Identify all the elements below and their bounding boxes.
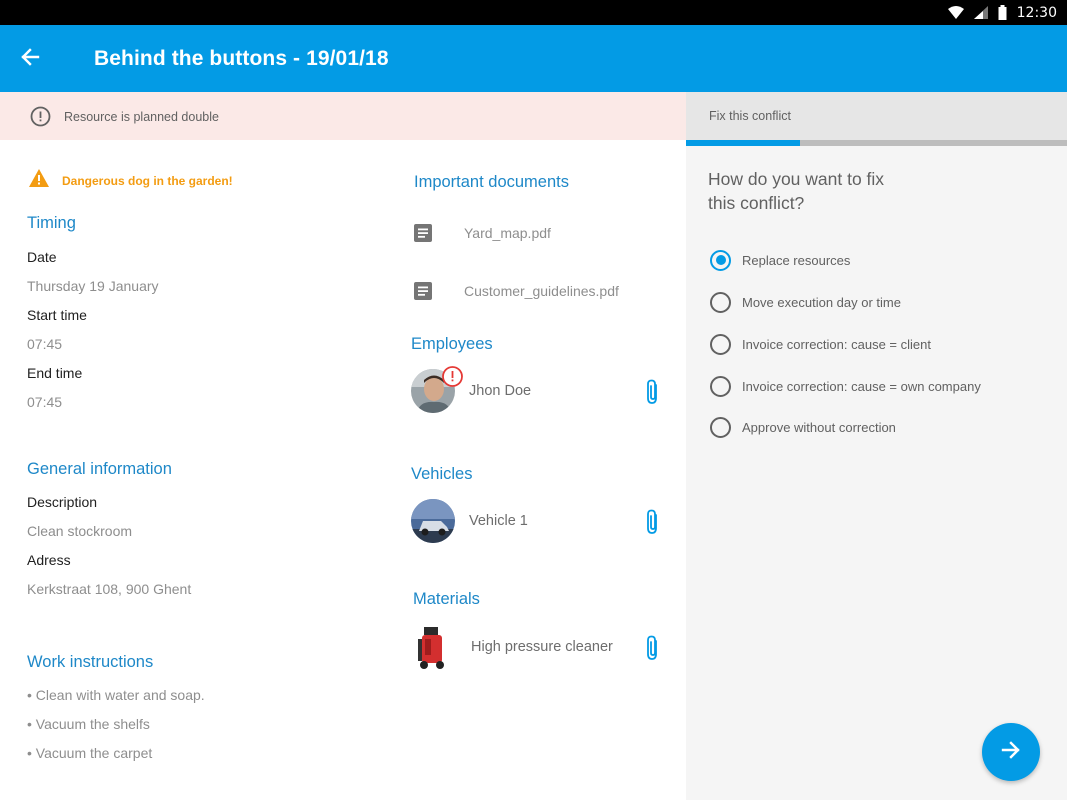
radio-button[interactable] — [710, 416, 731, 438]
material-name: High pressure cleaner — [471, 639, 613, 655]
document-item[interactable]: Yard_map.pdf — [413, 223, 551, 243]
conflict-panel: Fix this conflict How do you want to fix… — [686, 92, 1067, 800]
paperclip-icon[interactable] — [642, 635, 664, 661]
material-item[interactable]: High pressure cleaner — [411, 625, 666, 671]
option-label: Replace resources — [742, 252, 851, 268]
start-time-value: 07:45 — [27, 336, 63, 352]
alert-circle-icon — [30, 106, 51, 127]
hazard-warning-text: Dangerous dog in the garden! — [62, 173, 233, 188]
option-label: Approve without correction — [742, 419, 896, 435]
step-progress-bar — [686, 140, 1067, 146]
radio-button[interactable] — [710, 333, 731, 355]
conflict-question: How do you want to fix this conflict? — [708, 169, 885, 213]
back-button[interactable] — [14, 43, 46, 75]
employee-item[interactable]: Jhon Doe — [411, 366, 666, 415]
document-icon — [413, 281, 433, 301]
step-progress-fill — [686, 140, 801, 146]
instruction-item: • Vacuum the shelfs — [27, 716, 150, 732]
option-invoice-own-company[interactable]: Invoice correction: cause = own company — [710, 374, 981, 398]
clock-time: 12:30 — [1016, 4, 1057, 21]
address-label: Adress — [27, 552, 71, 568]
alert-badge-icon — [442, 366, 463, 387]
vehicle-avatar — [411, 499, 455, 543]
paperclip-icon[interactable] — [642, 509, 664, 535]
address-value: Kerkstraat 108, 900 Ghent — [27, 581, 192, 597]
start-time-label: Start time — [27, 307, 87, 323]
conflict-banner: Resource is planned double — [0, 92, 686, 140]
description-value: Clean stockroom — [27, 523, 133, 539]
signal-icon — [973, 6, 988, 19]
option-invoice-client[interactable]: Invoice correction: cause = client — [710, 332, 931, 356]
materials-heading: Materials — [413, 590, 480, 608]
radio-button[interactable] — [710, 249, 731, 271]
end-time-label: End time — [27, 365, 83, 381]
option-replace-resources[interactable]: Replace resources — [710, 248, 850, 272]
hazard-warning: Dangerous dog in the garden! — [28, 168, 233, 193]
arrow-back-icon — [20, 47, 40, 72]
option-move-execution[interactable]: Move execution day or time — [710, 290, 901, 314]
radio-button[interactable] — [710, 375, 731, 397]
instruction-item: • Clean with water and soap. — [27, 687, 205, 703]
timing-heading: Timing — [27, 214, 76, 232]
battery-icon — [998, 5, 1007, 20]
date-label: Date — [27, 249, 57, 265]
next-button[interactable] — [982, 723, 1040, 781]
warning-triangle-icon — [28, 168, 50, 193]
vehicles-heading: Vehicles — [411, 465, 473, 483]
page-title: Behind the buttons - 19/01/18 — [94, 47, 389, 70]
status-bar: 12:30 — [0, 0, 1067, 25]
material-image — [415, 625, 451, 671]
employees-heading: Employees — [411, 335, 493, 353]
app-bar: Behind the buttons - 19/01/18 — [0, 25, 1067, 92]
conflict-tab[interactable]: Fix this conflict — [686, 92, 1067, 140]
general-info-heading: General information — [27, 460, 172, 478]
employee-name: Jhon Doe — [469, 383, 532, 399]
option-label: Invoice correction: cause = own company — [742, 378, 981, 394]
end-time-value: 07:45 — [27, 394, 63, 410]
option-label: Move execution day or time — [742, 294, 901, 310]
documents-heading: Important documents — [414, 173, 569, 191]
option-label: Invoice correction: cause = client — [742, 336, 931, 352]
document-name: Yard_map.pdf — [464, 225, 551, 241]
wifi-icon — [947, 6, 964, 19]
description-label: Description — [27, 494, 98, 510]
document-item[interactable]: Customer_guidelines.pdf — [413, 281, 619, 301]
conflict-tab-label: Fix this conflict — [709, 109, 791, 123]
conflict-message: Resource is planned double — [64, 110, 219, 124]
date-value: Thursday 19 January — [27, 278, 159, 294]
work-instructions-heading: Work instructions — [27, 653, 154, 671]
vehicle-item[interactable]: Vehicle 1 — [411, 499, 666, 545]
radio-button[interactable] — [710, 291, 731, 313]
arrow-forward-icon — [1001, 740, 1021, 765]
vehicle-name: Vehicle 1 — [469, 513, 528, 529]
document-name: Customer_guidelines.pdf — [464, 283, 619, 299]
document-icon — [413, 223, 433, 243]
paperclip-icon[interactable] — [642, 379, 664, 405]
option-approve[interactable]: Approve without correction — [710, 415, 896, 439]
instruction-item: • Vacuum the carpet — [27, 745, 153, 761]
